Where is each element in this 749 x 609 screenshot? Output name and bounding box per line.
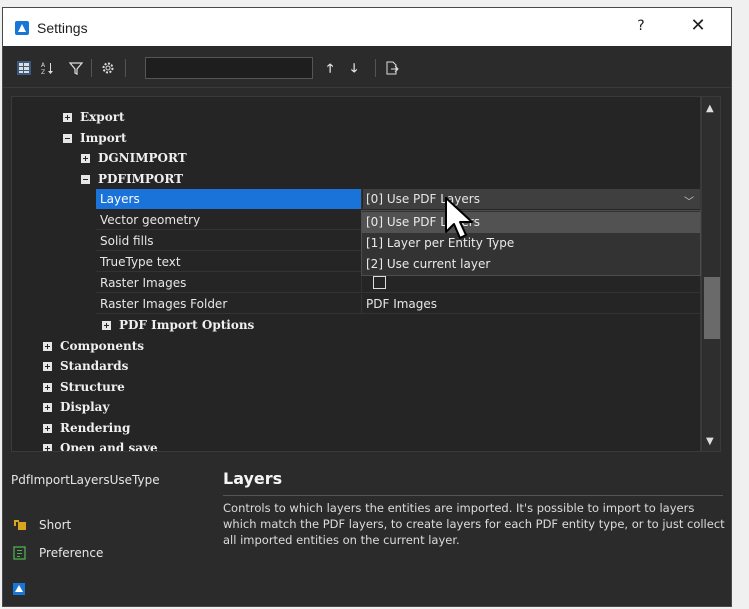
node-label: Rendering xyxy=(60,421,131,435)
expand-icon[interactable] xyxy=(43,342,52,351)
tree-node-standards[interactable]: Standards xyxy=(12,356,700,376)
tree-node-rendering[interactable]: Rendering xyxy=(12,418,700,438)
scroll-down-icon[interactable]: ▼ xyxy=(706,436,714,447)
property-name: Vector geometry xyxy=(96,210,362,230)
expand-icon[interactable] xyxy=(102,321,111,330)
dropdown-option[interactable]: [0] Use PDF Layers xyxy=(362,212,700,233)
node-label: Standards xyxy=(60,359,129,373)
tree-node-structure[interactable]: Structure xyxy=(12,377,700,397)
property-name: Raster Images Folder xyxy=(96,294,362,314)
settings-window: Settings ? ✕ A Z 🡑 🡓 Export Import DGNIM… xyxy=(2,7,732,607)
node-label: Display xyxy=(60,400,110,414)
filter-icon[interactable] xyxy=(69,61,83,75)
layers-select[interactable]: [0] Use PDF Layers ﹀ xyxy=(363,189,700,209)
expand-icon[interactable] xyxy=(81,154,90,163)
expand-icon[interactable] xyxy=(43,362,52,371)
property-value[interactable]: PDF Images xyxy=(363,294,700,314)
tree-node-pdf-import-options[interactable]: PDF Import Options xyxy=(12,315,700,335)
gear-icon[interactable] xyxy=(101,61,115,75)
details-description: Controls to which layers the entities ar… xyxy=(223,501,725,547)
move-down-icon[interactable]: 🡓 xyxy=(351,59,357,80)
tree-node-import[interactable]: Import xyxy=(12,128,700,148)
collapse-icon[interactable] xyxy=(81,175,90,184)
raster-images-checkbox[interactable] xyxy=(373,276,386,289)
details-title: Layers xyxy=(223,469,283,488)
key-icon xyxy=(14,520,26,530)
svg-text:A: A xyxy=(41,62,46,69)
expand-icon[interactable] xyxy=(43,383,52,392)
tree-node-components[interactable]: Components xyxy=(12,336,700,356)
scroll-up-icon[interactable]: ▲ xyxy=(706,103,714,114)
property-name: Raster Images xyxy=(96,273,362,293)
toolbar-separator xyxy=(91,59,92,77)
property-row-raster-images[interactable]: Raster Images xyxy=(96,273,700,293)
categorized-view-icon[interactable] xyxy=(17,61,31,75)
node-label: Open and save xyxy=(60,441,158,452)
window-title: Settings xyxy=(37,20,88,36)
dropdown-option[interactable]: [2] Use current layer xyxy=(362,254,700,275)
node-label: Structure xyxy=(60,380,125,394)
property-name: Solid fills xyxy=(96,231,362,251)
property-name: TrueType text xyxy=(96,252,362,272)
title-bar: Settings ? ✕ xyxy=(3,8,731,46)
preference-label: Preference xyxy=(39,546,104,560)
tree-node-open-and-save[interactable]: Open and save xyxy=(12,438,700,452)
alphabetical-view-icon[interactable]: A Z xyxy=(41,61,55,75)
node-label: DGNIMPORT xyxy=(98,151,187,165)
property-row-layers[interactable]: Layers [0] Use PDF Layers ﹀ xyxy=(96,189,700,209)
collapse-icon[interactable] xyxy=(63,134,72,143)
toolbar-separator xyxy=(125,59,126,77)
property-value xyxy=(363,273,700,293)
toolbar-separator xyxy=(375,59,376,77)
layers-dropdown-list: [0] Use PDF Layers [1] Layer per Entity … xyxy=(361,210,701,276)
details-divider xyxy=(223,495,723,496)
short-label: Short xyxy=(39,518,72,532)
expand-icon[interactable] xyxy=(43,444,52,451)
expand-icon[interactable] xyxy=(63,113,72,122)
move-up-icon[interactable]: 🡑 xyxy=(327,59,333,80)
node-label: PDFIMPORT xyxy=(98,172,184,186)
expand-icon[interactable] xyxy=(43,424,52,433)
tree-scrollbar[interactable]: ▲ ▼ xyxy=(701,96,721,452)
app-logo-icon xyxy=(15,21,29,35)
mouse-cursor-icon xyxy=(445,197,473,239)
tree-node-pdfimport[interactable]: PDFIMPORT xyxy=(12,169,700,189)
node-label: PDF Import Options xyxy=(119,318,255,332)
scroll-thumb[interactable] xyxy=(704,277,720,339)
tree-node-export[interactable]: Export xyxy=(12,107,700,127)
help-button[interactable]: ? xyxy=(628,18,654,38)
preference-icon xyxy=(13,546,26,560)
property-row-raster-images-folder[interactable]: Raster Images Folder PDF Images xyxy=(96,294,700,314)
node-label: Import xyxy=(80,131,127,145)
search-input[interactable] xyxy=(145,57,313,79)
dropdown-option[interactable]: [1] Layer per Entity Type xyxy=(362,233,700,254)
product-logo-icon xyxy=(13,583,25,595)
property-name: Layers xyxy=(96,189,362,209)
node-label: Components xyxy=(60,339,145,353)
tree-node-dgnimport[interactable]: DGNIMPORT xyxy=(12,148,700,168)
close-button[interactable]: ✕ xyxy=(683,15,713,39)
export-icon[interactable] xyxy=(385,61,399,75)
expand-icon[interactable] xyxy=(43,403,52,412)
variable-name: PdfImportLayersUseType xyxy=(11,473,160,487)
svg-text:Z: Z xyxy=(41,69,45,75)
details-panel: PdfImportLayersUseType Layers Controls t… xyxy=(3,460,731,606)
tree-node-display[interactable]: Display xyxy=(12,397,700,417)
node-label: Export xyxy=(80,110,125,124)
toolbar: A Z 🡑 🡓 xyxy=(3,46,731,88)
